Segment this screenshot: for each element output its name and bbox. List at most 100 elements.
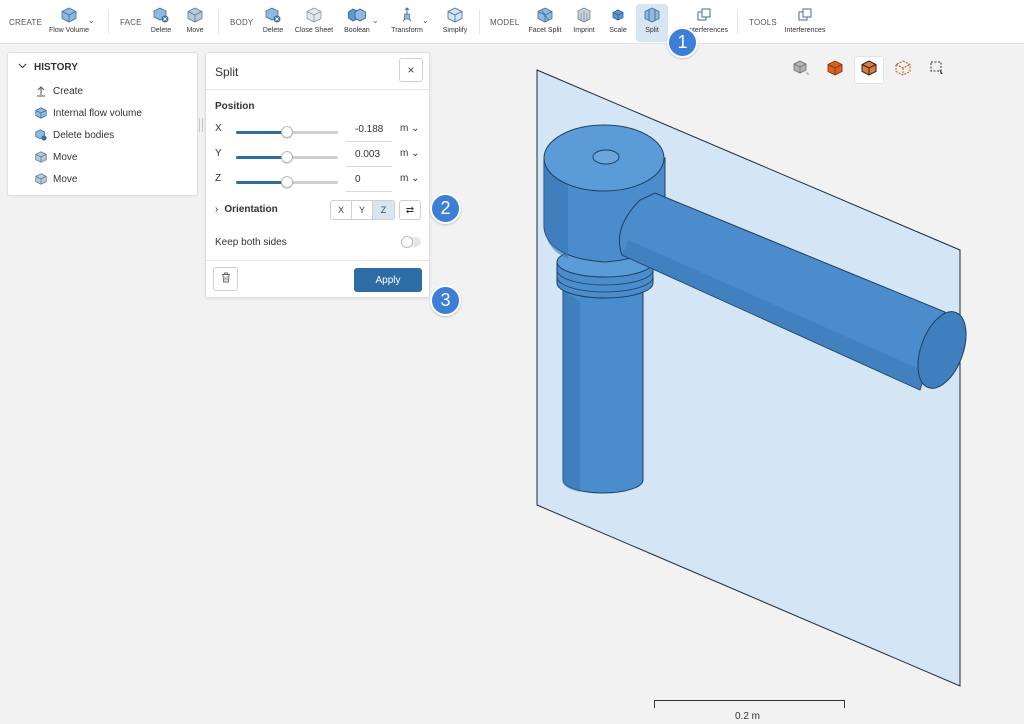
orientation-option-y[interactable]: Y: [352, 201, 373, 219]
slider-fill: [236, 156, 287, 159]
3d-viewport[interactable]: [430, 44, 1024, 724]
scale-bar-label: 0.2 m: [735, 711, 761, 722]
slider-handle[interactable]: [281, 126, 293, 138]
transform-button[interactable]: Transform: [389, 6, 425, 40]
group-label-create: CREATE: [9, 18, 43, 27]
head-hole: [592, 149, 620, 165]
face-move-button[interactable]: Move: [182, 6, 208, 40]
history-panel: HISTORY Create Internal flow volume Dele…: [7, 52, 198, 196]
history-item[interactable]: Move: [35, 173, 77, 185]
orientation-option-x[interactable]: X: [331, 201, 352, 219]
chevron-down-icon[interactable]: ⌄: [372, 16, 379, 25]
close-icon: ×: [407, 63, 415, 77]
cube-icon: [35, 151, 47, 163]
boolean-label: Boolean: [344, 27, 370, 34]
chevron-down-icon[interactable]: ⌄: [422, 16, 429, 25]
history-item[interactable]: Delete bodies: [35, 129, 114, 141]
group-label-body: BODY: [230, 18, 254, 27]
history-item[interactable]: Move: [35, 151, 77, 163]
chevron-down-icon[interactable]: [18, 61, 27, 73]
face-delete-label: Delete: [150, 27, 172, 34]
interferences-icon: [796, 6, 814, 24]
split-button[interactable]: Split: [636, 4, 668, 42]
split-icon: [643, 6, 661, 24]
chevron-right-icon: ›: [215, 204, 219, 215]
imprint-icon: [575, 6, 593, 24]
separator: [479, 10, 480, 34]
slider-fill: [236, 131, 287, 134]
unit-select[interactable]: m ⌄: [400, 123, 420, 134]
history-header[interactable]: HISTORY: [18, 61, 78, 73]
flip-direction-button[interactable]: ⇄: [399, 200, 421, 220]
position-z-input[interactable]: 0: [346, 172, 392, 192]
position-x-input[interactable]: -0.188: [346, 122, 392, 142]
toggle-knob: [401, 236, 413, 248]
swap-arrows-icon: ⇄: [405, 204, 415, 216]
scale-button[interactable]: Scale: [606, 6, 630, 40]
chevron-down-icon: ⌄: [411, 148, 420, 159]
cube-icon: [446, 6, 464, 24]
separator: [108, 10, 109, 34]
body-delete-button[interactable]: Delete: [260, 6, 286, 40]
apply-button[interactable]: Apply: [354, 268, 422, 292]
unit-select[interactable]: m ⌄: [400, 148, 420, 159]
cube-move-icon: [186, 6, 204, 24]
interferences-label: Interferences: [784, 27, 826, 34]
interferences-button[interactable]: Interferences: [782, 6, 828, 40]
delete-button[interactable]: [213, 267, 238, 291]
close-sheet-label: Close Sheet: [294, 27, 334, 34]
group-label-model: MODEL: [490, 18, 520, 27]
history-item-label: Create: [53, 85, 84, 97]
position-y-slider[interactable]: [236, 151, 338, 163]
orientation-toggle[interactable]: › Orientation: [215, 204, 278, 215]
close-sheet-button[interactable]: Close Sheet: [294, 6, 334, 40]
slider-fill: [236, 181, 287, 184]
simplify-button[interactable]: Simplify: [440, 6, 470, 40]
history-item[interactable]: Internal flow volume: [35, 107, 142, 119]
chevron-down-icon: ⌄: [411, 123, 420, 134]
history-item-label: Delete bodies: [53, 129, 115, 141]
keep-both-sides-label: Keep both sides: [215, 237, 287, 248]
cube-delete-icon: [264, 6, 282, 24]
divider: [206, 89, 429, 90]
flow-volume-button[interactable]: Flow Volume: [47, 6, 91, 40]
orientation-option-z[interactable]: Z: [373, 201, 394, 219]
cube-delete-icon: [35, 129, 47, 141]
unit-select[interactable]: m ⌄: [400, 173, 420, 184]
close-button[interactable]: ×: [399, 58, 423, 82]
position-x-slider[interactable]: [236, 126, 338, 138]
cube-delete-icon: [152, 6, 170, 24]
history-title: HISTORY: [34, 61, 78, 73]
transform-icon: [398, 6, 416, 24]
slider-handle[interactable]: [281, 176, 293, 188]
slider-handle[interactable]: [281, 151, 293, 163]
split-label: Split: [645, 27, 659, 34]
axis-label: Z: [215, 173, 222, 184]
history-item-label: Internal flow volume: [53, 107, 142, 119]
interferences-icon: [695, 6, 713, 24]
facet-split-button[interactable]: Facet Split: [526, 6, 564, 40]
facet-split-icon: [536, 6, 554, 24]
transform-label: Transform: [391, 27, 423, 34]
keep-both-sides-toggle[interactable]: [401, 236, 421, 248]
upload-arrow-icon: [35, 85, 47, 97]
position-z-slider[interactable]: [236, 176, 338, 188]
chevron-down-icon[interactable]: ⌄: [88, 16, 95, 25]
cube-icon: [35, 173, 47, 185]
position-y-row: Y 0.003 m ⌄: [215, 148, 423, 168]
position-z-row: Z 0 m ⌄: [215, 173, 423, 193]
flow-volume-label: Flow Volume: [48, 27, 90, 34]
face-delete-button[interactable]: Delete: [148, 6, 174, 40]
unit-label: m: [400, 123, 409, 134]
panel-resize-handle[interactable]: [199, 118, 203, 132]
history-item[interactable]: Create: [35, 85, 83, 97]
imprint-label: Imprint: [573, 27, 595, 34]
imprint-button[interactable]: Imprint: [570, 6, 598, 40]
group-label-tools: TOOLS: [749, 18, 777, 27]
scale-bar: [654, 700, 845, 708]
axis-label: Y: [215, 148, 222, 159]
boolean-icon: [348, 6, 366, 24]
history-item-label: Move: [53, 173, 78, 185]
boolean-button[interactable]: Boolean: [342, 6, 372, 40]
position-y-input[interactable]: 0.003: [346, 147, 392, 167]
